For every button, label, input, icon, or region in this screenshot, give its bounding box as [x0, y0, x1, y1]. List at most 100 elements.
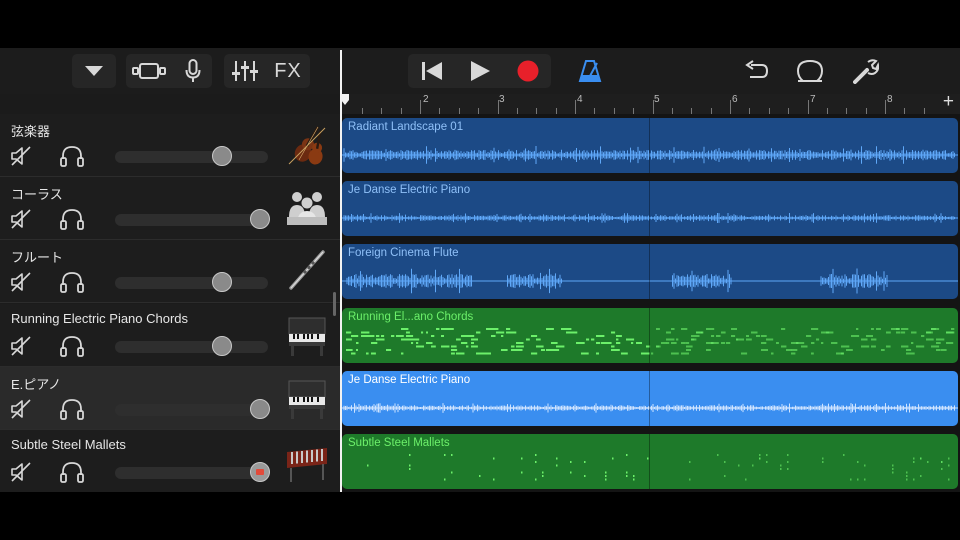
- microphone-icon[interactable]: [176, 54, 210, 88]
- ruler-tick: [807, 100, 809, 114]
- volume-slider[interactable]: [115, 398, 271, 419]
- mallets-icon[interactable]: [283, 436, 331, 484]
- region[interactable]: Je Danse Electric Piano: [342, 370, 958, 426]
- timeline-ruler[interactable]: 2 3 4 5 6 7 8 +: [340, 91, 960, 115]
- mute-icon[interactable]: [10, 398, 32, 425]
- ruler-bar-number: 5: [654, 94, 660, 105]
- loop-browser-icon[interactable]: [790, 54, 830, 88]
- volume-slider[interactable]: [115, 146, 268, 166]
- browser-group: [72, 54, 116, 88]
- mix-group: FX: [224, 54, 310, 88]
- electric-piano-icon[interactable]: [283, 310, 331, 358]
- chorus-icon[interactable]: [283, 183, 331, 231]
- volume-knob[interactable]: [250, 209, 271, 230]
- track-header[interactable]: E.ピアノ: [0, 366, 340, 430]
- ruler-tick: [420, 100, 421, 114]
- toolbar: FX: [0, 48, 960, 94]
- track-name: コーラス: [11, 187, 63, 203]
- region-name: Je Danse Electric Piano: [348, 184, 471, 197]
- track-name: フルート: [11, 250, 64, 266]
- track-name: Running Electric Piano Chords: [11, 310, 189, 326]
- region-name: Radiant Landscape 01: [348, 121, 464, 133]
- ruler-spacer: [0, 94, 340, 114]
- loop-boundary: [649, 370, 650, 426]
- record-icon[interactable]: [508, 54, 548, 88]
- mute-icon[interactable]: [10, 335, 32, 362]
- track-header[interactable]: フルート: [0, 240, 340, 304]
- track-name: Subtle Steel Mallets: [11, 437, 126, 452]
- ruler-bar-number: 7: [810, 94, 816, 105]
- track-headers: 弦楽器コーラスフルート Running Electric Piano Chords…: [0, 114, 340, 492]
- flute-icon[interactable]: [283, 246, 331, 294]
- solo-headphones-icon[interactable]: [59, 271, 85, 298]
- track-header[interactable]: Running Electric Piano Chords: [0, 303, 340, 367]
- volume-knob[interactable]: [212, 335, 233, 356]
- mute-icon[interactable]: [10, 461, 32, 488]
- mixer-icon[interactable]: [224, 54, 266, 88]
- volume-slider[interactable]: [115, 209, 271, 230]
- track-headers-scrollbar[interactable]: [333, 292, 336, 316]
- track-lane: Radiant Landscape 01: [340, 114, 960, 176]
- volume-knob[interactable]: [250, 398, 271, 419]
- ruler-bar-number: 3: [499, 94, 505, 105]
- volume-knob[interactable]: [212, 272, 233, 293]
- strings-icon[interactable]: [283, 120, 331, 168]
- loop-boundary: [649, 244, 650, 300]
- metronome-icon[interactable]: [570, 54, 610, 88]
- region[interactable]: Subtle Steel Mallets: [342, 434, 958, 489]
- ruler-bar-number: 6: [732, 94, 738, 105]
- mute-icon[interactable]: [10, 208, 32, 235]
- volume-slider[interactable]: [115, 272, 268, 293]
- solo-headphones-icon[interactable]: [59, 461, 85, 488]
- region[interactable]: Running El...ano Chords: [342, 307, 958, 363]
- tracks-view-icon[interactable]: [126, 54, 172, 88]
- electric-piano-icon[interactable]: [283, 373, 331, 421]
- tracks-area: Radiant Landscape 01 Je Danse Electric Pi…: [340, 114, 960, 492]
- solo-headphones-icon[interactable]: [59, 208, 85, 235]
- transport-group: [408, 54, 551, 88]
- track-lane: Subtle Steel Mallets: [340, 430, 960, 492]
- add-section-button[interactable]: +: [943, 91, 954, 113]
- track-header[interactable]: コーラス: [0, 177, 340, 241]
- fx-icon[interactable]: FX: [266, 54, 310, 88]
- region-name: Running El...ano Chords: [348, 310, 474, 323]
- region-name: Subtle Steel Mallets: [348, 437, 450, 449]
- volume-knob[interactable]: [212, 146, 233, 166]
- garageband-window: FX 2 3 4 5 6 7 8 + 弦楽器 コーラス フルート Running…: [0, 48, 960, 492]
- track-lane: Foreign Cinema Flute: [340, 240, 960, 302]
- ruler-tick: [730, 100, 731, 114]
- track-name: 弦楽器: [11, 124, 51, 139]
- go-to-start-icon[interactable]: [412, 54, 452, 88]
- volume-knob[interactable]: [250, 462, 271, 482]
- chevron-down-icon[interactable]: [72, 54, 116, 88]
- play-icon[interactable]: [460, 54, 500, 88]
- ruler-bar-number: 2: [423, 94, 429, 105]
- solo-headphones-icon[interactable]: [59, 335, 85, 362]
- ruler-bar-number: 4: [577, 94, 583, 105]
- region[interactable]: Je Danse Electric Piano: [342, 181, 958, 237]
- track-header[interactable]: 弦楽器: [0, 114, 340, 177]
- ruler-bar-number: 8: [887, 94, 893, 105]
- volume-slider[interactable]: [115, 462, 271, 482]
- track-name: E.ピアノ: [11, 376, 62, 392]
- track-header[interactable]: Subtle Steel Mallets: [0, 430, 340, 492]
- loop-boundary: [649, 181, 650, 237]
- region-name: Foreign Cinema Flute: [348, 247, 459, 260]
- solo-headphones-icon[interactable]: [59, 145, 85, 172]
- undo-icon[interactable]: [736, 54, 776, 88]
- track-lane: Je Danse Electric Piano: [340, 177, 960, 239]
- volume-slider[interactable]: [115, 335, 268, 356]
- loop-boundary: [649, 307, 650, 363]
- track-lane: Je Danse Electric Piano: [340, 367, 960, 429]
- settings-wrench-icon[interactable]: [846, 54, 886, 88]
- region-name: Je Danse Electric Piano: [348, 373, 471, 386]
- loop-boundary: [649, 434, 650, 489]
- view-group: [126, 54, 212, 88]
- region[interactable]: Foreign Cinema Flute: [342, 244, 958, 300]
- loop-boundary: [649, 118, 650, 173]
- region[interactable]: Radiant Landscape 01: [342, 118, 958, 173]
- solo-headphones-icon[interactable]: [59, 398, 85, 425]
- ruler-tick: [575, 100, 576, 114]
- mute-icon[interactable]: [10, 271, 32, 298]
- mute-icon[interactable]: [10, 145, 32, 172]
